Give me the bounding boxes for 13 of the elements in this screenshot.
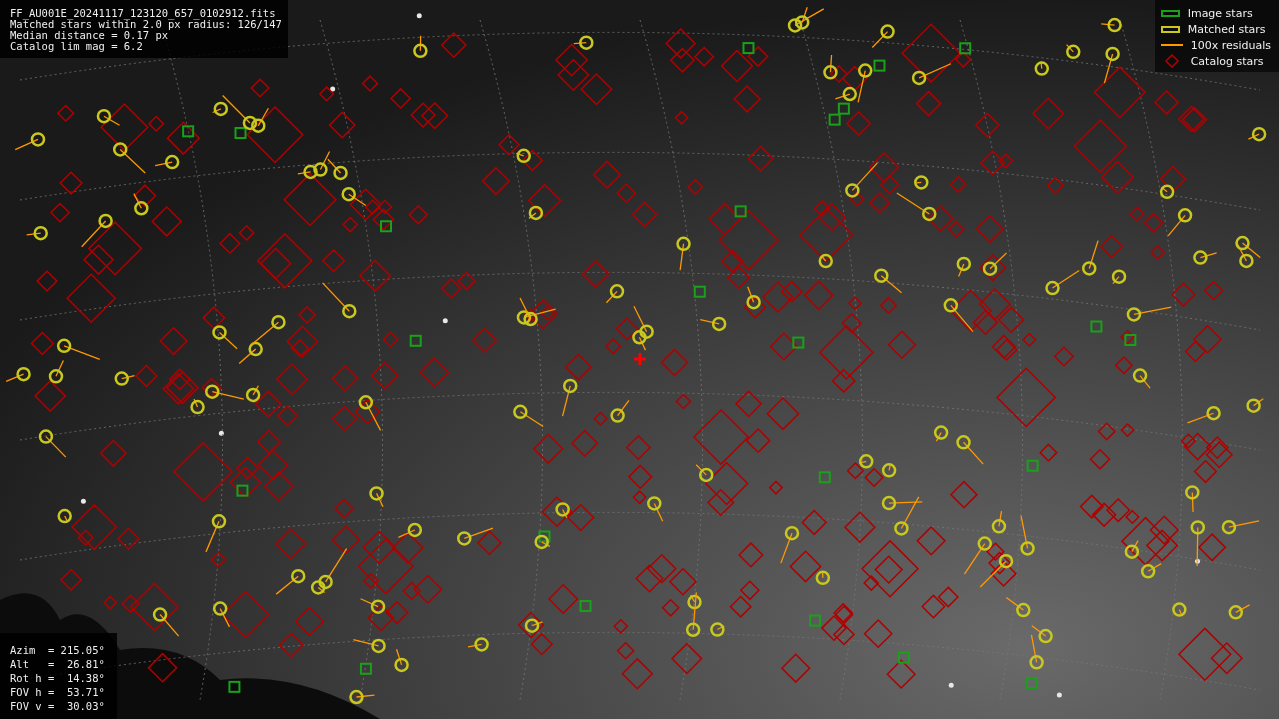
legend-label: Matched stars (1187, 22, 1266, 36)
pointing-text: Rot h = 14.38° (10, 671, 105, 685)
legend-label: Catalog stars (1190, 54, 1264, 68)
pointing-text: FOV h = 53.71° (10, 685, 105, 699)
pointing-text: Alt = 26.81° (10, 657, 105, 671)
legend-label: 100x residuals (1190, 38, 1271, 52)
info-text: Matched stars within 2.0 px radius: 126/147 (10, 19, 282, 30)
pointing-text: FOV v = 30.03° (10, 699, 105, 713)
legend-label: Image stars (1187, 6, 1253, 20)
info-text: Catalog lim mag = 6.2 (10, 41, 144, 52)
pointing-text: Azim = 215.05° (10, 643, 105, 657)
info-text: FF_AU001E_20241117_123120_657_0102912.fits (10, 8, 277, 19)
info-text: Median distance = 0.17 px (10, 30, 169, 41)
